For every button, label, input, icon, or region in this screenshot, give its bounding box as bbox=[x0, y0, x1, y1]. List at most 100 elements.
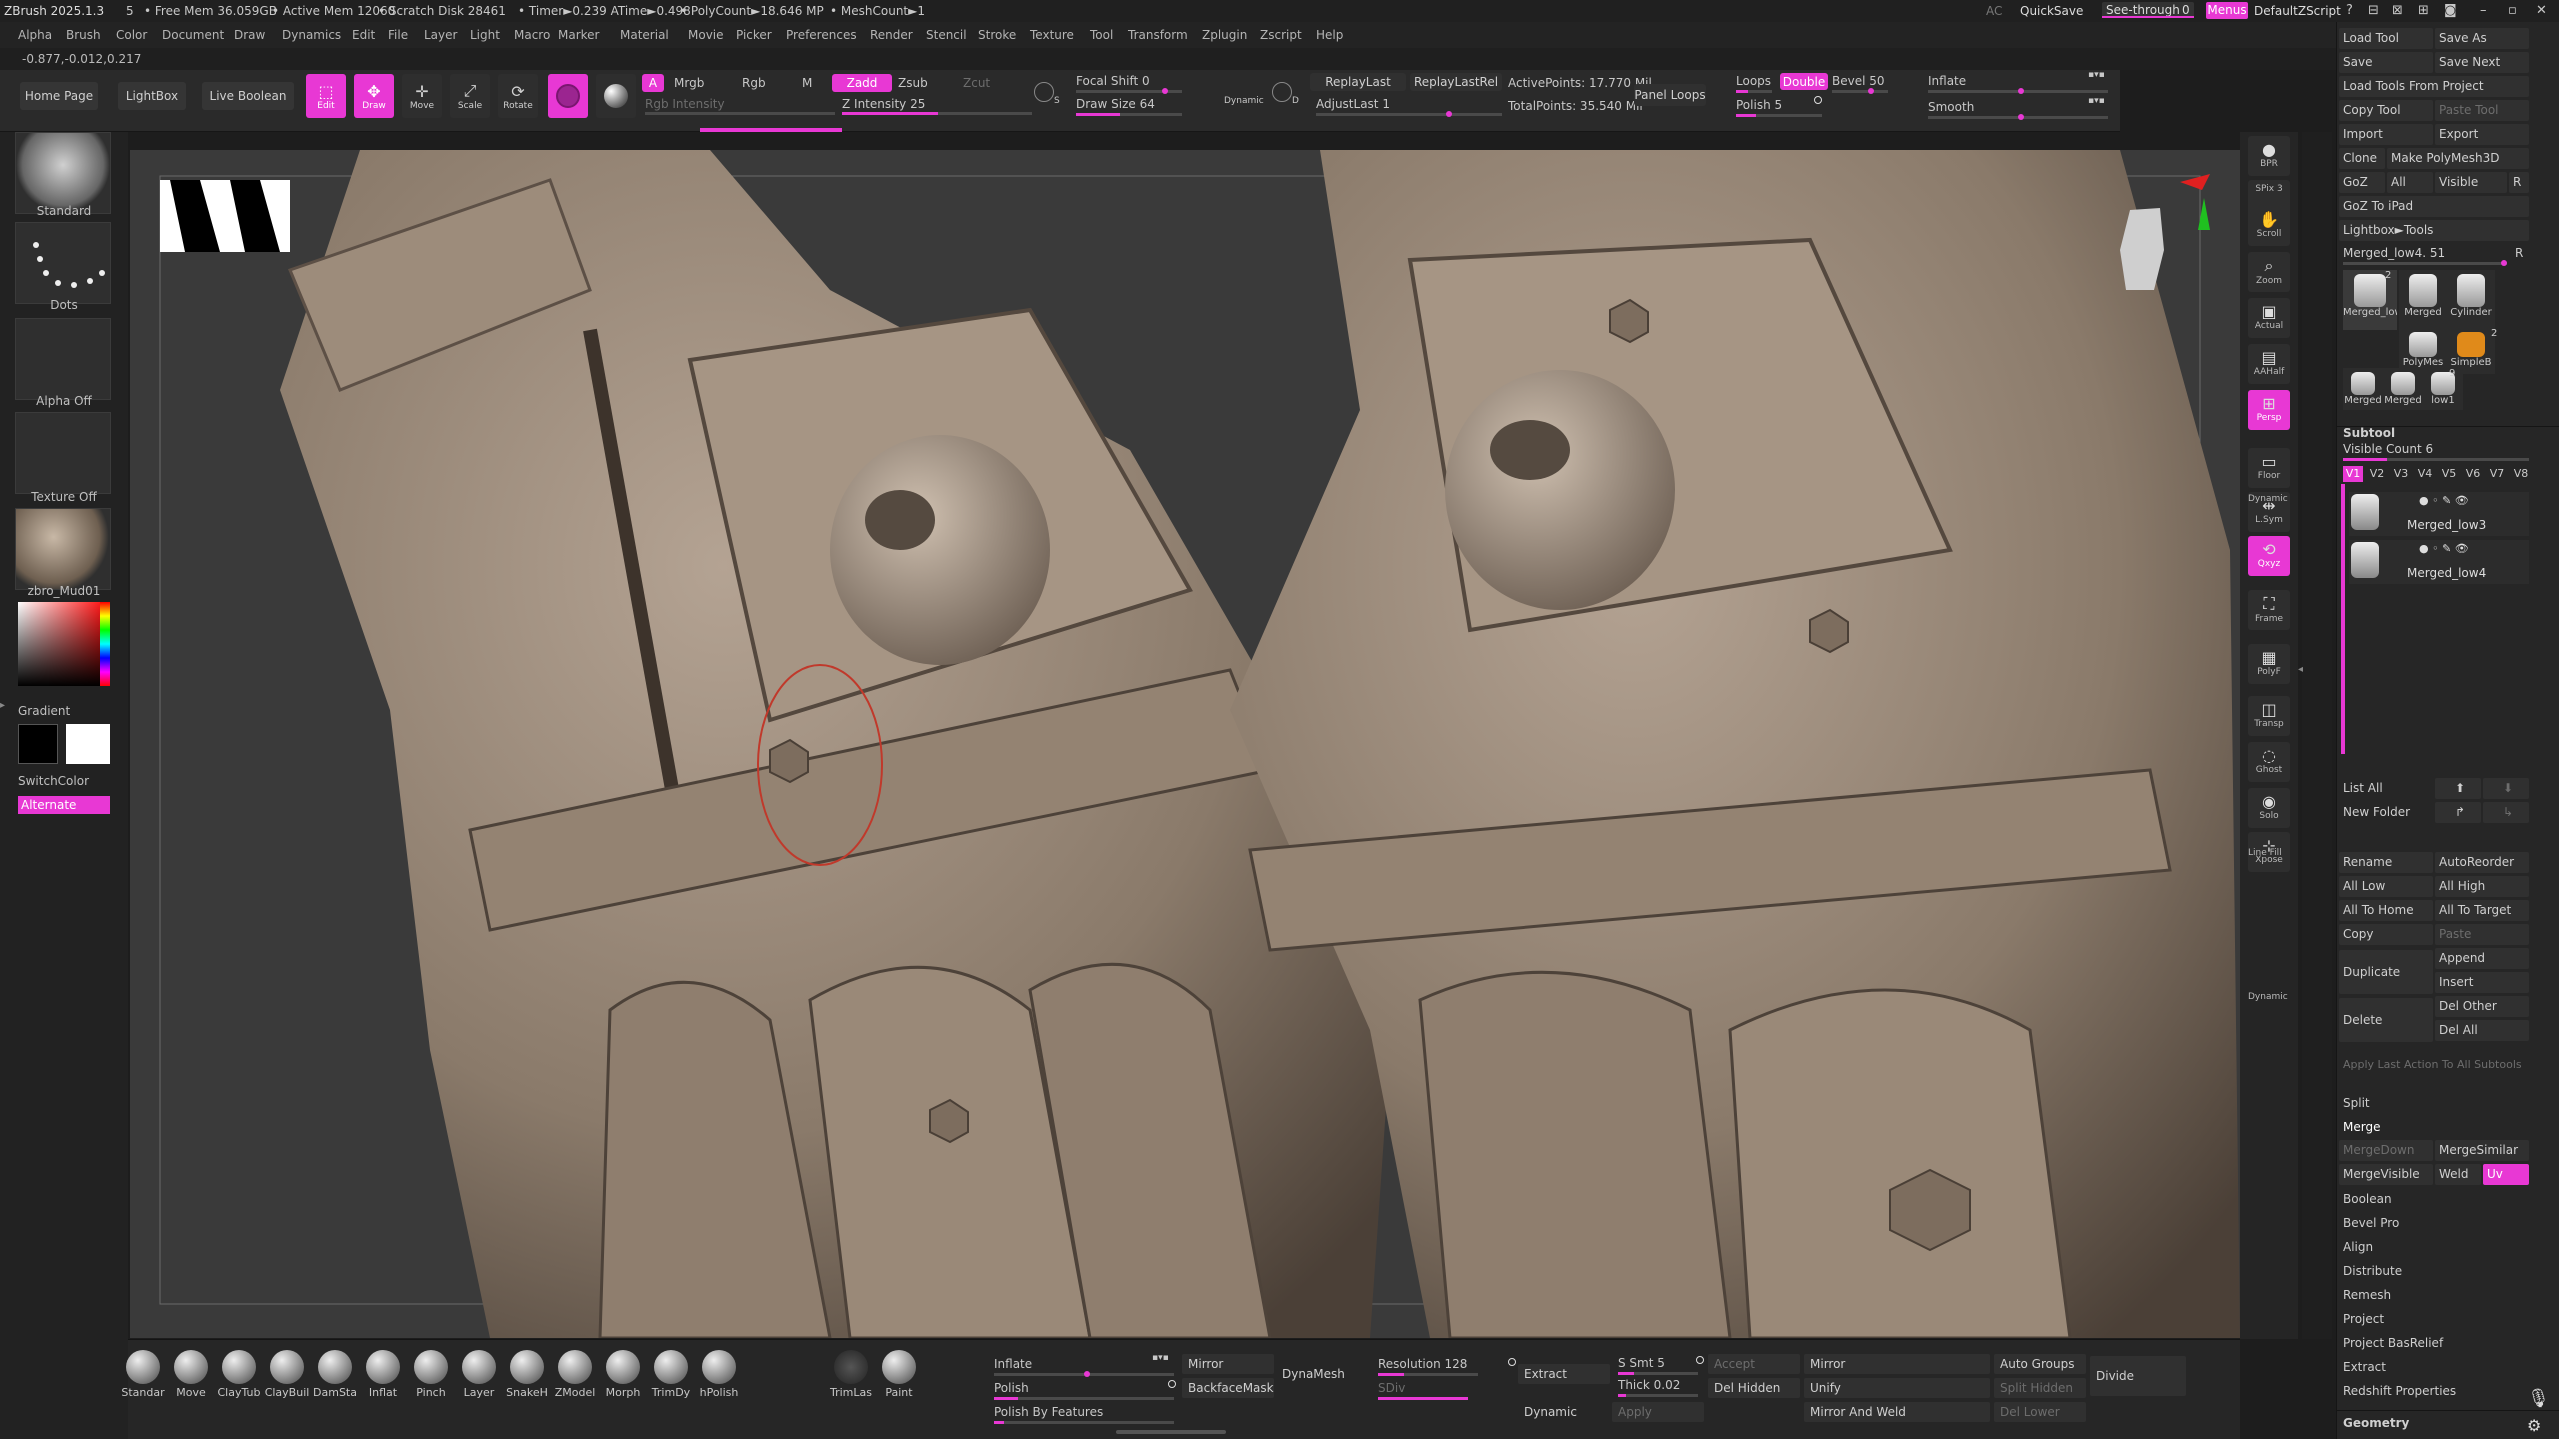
mirror-button[interactable]: Mirror bbox=[1182, 1354, 1274, 1374]
panel-loops-button[interactable]: Panel Loops bbox=[1634, 84, 1706, 106]
lightbox-tools-button[interactable]: Lightbox►Tools bbox=[2339, 220, 2529, 241]
edit-button[interactable]: ⬚ Edit bbox=[306, 74, 346, 118]
settings-icon[interactable]: ⚙ bbox=[2527, 1416, 2541, 1435]
load-tool-button[interactable]: Load Tool bbox=[2339, 28, 2433, 49]
left-tray-collapse-icon[interactable]: ▸ bbox=[0, 700, 8, 780]
home-page-button[interactable]: Home Page bbox=[20, 82, 98, 110]
smooth-options-icon[interactable]: ▪▾▪ bbox=[2088, 96, 2105, 106]
nav-solo[interactable]: ◉ Solo bbox=[2248, 788, 2290, 828]
goz-all-button[interactable]: All bbox=[2387, 172, 2433, 193]
brush-snakeh[interactable]: SnakeH bbox=[504, 1350, 550, 1399]
layout-icon-3[interactable]: ⊞ bbox=[2418, 3, 2429, 18]
bottom-scroll-handle[interactable] bbox=[1116, 1430, 1226, 1434]
append-button[interactable]: Append bbox=[2435, 948, 2529, 969]
default-zscript[interactable]: DefaultZScript bbox=[2254, 4, 2341, 18]
canvas-viewport[interactable] bbox=[130, 150, 2240, 1338]
visibility-tab-v1[interactable]: V1 bbox=[2343, 466, 2363, 482]
camera-icon[interactable]: ◙ bbox=[2444, 3, 2457, 18]
menu-item-dynamics[interactable]: Dynamics bbox=[282, 28, 341, 42]
menu-item-help[interactable]: Help bbox=[1316, 28, 1343, 42]
polish-circle-icon[interactable] bbox=[1814, 96, 1822, 104]
folder-arrow-down-icon[interactable]: ↳ bbox=[2483, 802, 2529, 823]
layout-icon[interactable]: ⊟ bbox=[2368, 3, 2379, 18]
del-all-button[interactable]: Del All bbox=[2435, 1020, 2529, 1041]
menu-item-document[interactable]: Document bbox=[162, 28, 224, 42]
paste-tool-button[interactable]: Paste Tool bbox=[2435, 100, 2529, 121]
smooth-slider[interactable]: Smooth bbox=[1928, 100, 1974, 114]
move-up-icon[interactable]: ⬆ bbox=[2435, 778, 2481, 799]
nav-frame[interactable]: ⛶ Frame bbox=[2248, 590, 2290, 630]
maximize-icon[interactable]: ▫ bbox=[2508, 3, 2517, 18]
replay-last-rel-button[interactable]: ReplayLastRel bbox=[1410, 73, 1502, 91]
copy-tool-button[interactable]: Copy Tool bbox=[2339, 100, 2433, 121]
switch-color-button[interactable]: SwitchColor bbox=[18, 774, 146, 788]
nav-scroll[interactable]: ✋ Scroll bbox=[2248, 206, 2290, 246]
bevel-slider[interactable]: Bevel 50 bbox=[1832, 74, 1885, 88]
weld-toggle[interactable]: Weld bbox=[2435, 1164, 2481, 1185]
make-polymesh3d-button[interactable]: Make PolyMesh3D bbox=[2387, 148, 2529, 169]
extract-button[interactable]: Extract bbox=[1518, 1364, 1610, 1384]
menu-item-preferences[interactable]: Preferences bbox=[786, 28, 857, 42]
inflate-bottom-options-icon[interactable]: ▪▾▪ bbox=[1152, 1353, 1169, 1363]
save-button[interactable]: Save bbox=[2339, 52, 2433, 73]
all-low-button[interactable]: All Low bbox=[2339, 876, 2433, 897]
resolution-circle-icon[interactable] bbox=[1508, 1358, 1516, 1366]
replay-d-icon[interactable] bbox=[1272, 82, 1292, 102]
polish-slider[interactable]: Polish 5 bbox=[1736, 98, 1782, 112]
loops-toggle[interactable]: Loops bbox=[1736, 74, 1771, 88]
merge-visible-button[interactable]: MergeVisible bbox=[2339, 1164, 2433, 1185]
tool-thumb-7[interactable]: low1 bbox=[2423, 368, 2463, 410]
brush-standar[interactable]: Standar bbox=[120, 1350, 166, 1399]
polish-by-features-toggle[interactable]: Polish By Features bbox=[994, 1405, 1103, 1419]
align-section[interactable]: Align bbox=[2343, 1240, 2373, 1254]
nav-bpr[interactable]: ● BPR bbox=[2248, 136, 2290, 176]
tool-thumb-6[interactable]: Merged bbox=[2383, 368, 2423, 410]
nav-persp[interactable]: ⊞ Persp bbox=[2248, 390, 2290, 430]
all-to-target-button[interactable]: All To Target bbox=[2435, 900, 2529, 921]
subtool-item[interactable]: ● ◦ ✎ 👁 Merged_low3 bbox=[2349, 492, 2529, 536]
brush-claytub[interactable]: ClayTub bbox=[216, 1350, 262, 1399]
apply-button[interactable]: Apply bbox=[1612, 1402, 1704, 1422]
project-basrelief-section[interactable]: Project BasRelief bbox=[2343, 1336, 2443, 1350]
split-hidden-button[interactable]: Split Hidden bbox=[1994, 1378, 2086, 1398]
delete-button[interactable]: Delete bbox=[2339, 998, 2433, 1042]
thick-slider[interactable]: Thick 0.02 bbox=[1618, 1378, 1680, 1392]
menu-item-stroke[interactable]: Stroke bbox=[978, 28, 1016, 42]
move-button[interactable]: ✛ Move bbox=[402, 74, 442, 118]
brush-zmodel[interactable]: ZModel bbox=[552, 1350, 598, 1399]
redshift-properties-section[interactable]: Redshift Properties bbox=[2343, 1384, 2456, 1398]
rotate-button[interactable]: ⟳ Rotate bbox=[498, 74, 538, 118]
visibility-tab-v3[interactable]: V3 bbox=[2391, 466, 2411, 482]
nav-aahalf[interactable]: ▤ AAHalf bbox=[2248, 344, 2290, 384]
brush-hpolish[interactable]: hPolish bbox=[696, 1350, 742, 1399]
subtool-scrollbar[interactable] bbox=[2341, 484, 2345, 754]
m-toggle[interactable]: M bbox=[802, 76, 812, 90]
folder-arrow-icon[interactable]: ↱ bbox=[2435, 802, 2481, 823]
brush-thumbnail[interactable] bbox=[15, 132, 111, 214]
dynamesh-button[interactable]: DynaMesh bbox=[1276, 1364, 1372, 1384]
split-section[interactable]: Split bbox=[2343, 1096, 2370, 1110]
brush-inflat[interactable]: Inflat bbox=[360, 1350, 406, 1399]
brush-move[interactable]: Move bbox=[168, 1350, 214, 1399]
menu-item-draw[interactable]: Draw bbox=[234, 28, 265, 42]
alternate-button[interactable]: Alternate bbox=[18, 796, 110, 814]
polish-toggle[interactable]: Polish bbox=[994, 1381, 1029, 1395]
nav-polyf[interactable]: ▦ PolyF bbox=[2248, 644, 2290, 684]
move-down-icon[interactable]: ⬇ bbox=[2483, 778, 2529, 799]
copy-subtool-button[interactable]: Copy bbox=[2339, 924, 2433, 945]
subtool-header[interactable]: Subtool bbox=[2343, 426, 2395, 440]
import-button[interactable]: Import bbox=[2339, 124, 2433, 145]
material-sphere-button[interactable] bbox=[548, 74, 588, 118]
all-to-home-button[interactable]: All To Home bbox=[2339, 900, 2433, 921]
save-next-button[interactable]: Save Next bbox=[2435, 52, 2529, 73]
tray-collapse-icon[interactable]: ◂ bbox=[2298, 664, 2306, 744]
brush-damsta[interactable]: DamSta bbox=[312, 1350, 358, 1399]
visibility-tab-v4[interactable]: V4 bbox=[2415, 466, 2435, 482]
ssmt-circle-icon[interactable] bbox=[1696, 1356, 1704, 1364]
menu-item-alpha[interactable]: Alpha bbox=[18, 28, 52, 42]
nav-zoom[interactable]: ⌕ Zoom bbox=[2248, 252, 2290, 292]
del-other-button[interactable]: Del Other bbox=[2435, 996, 2529, 1017]
inflate-bottom-slider[interactable]: Inflate bbox=[994, 1357, 1032, 1371]
focal-s-icon[interactable] bbox=[1034, 82, 1054, 102]
main-color-swatch[interactable] bbox=[66, 724, 110, 764]
